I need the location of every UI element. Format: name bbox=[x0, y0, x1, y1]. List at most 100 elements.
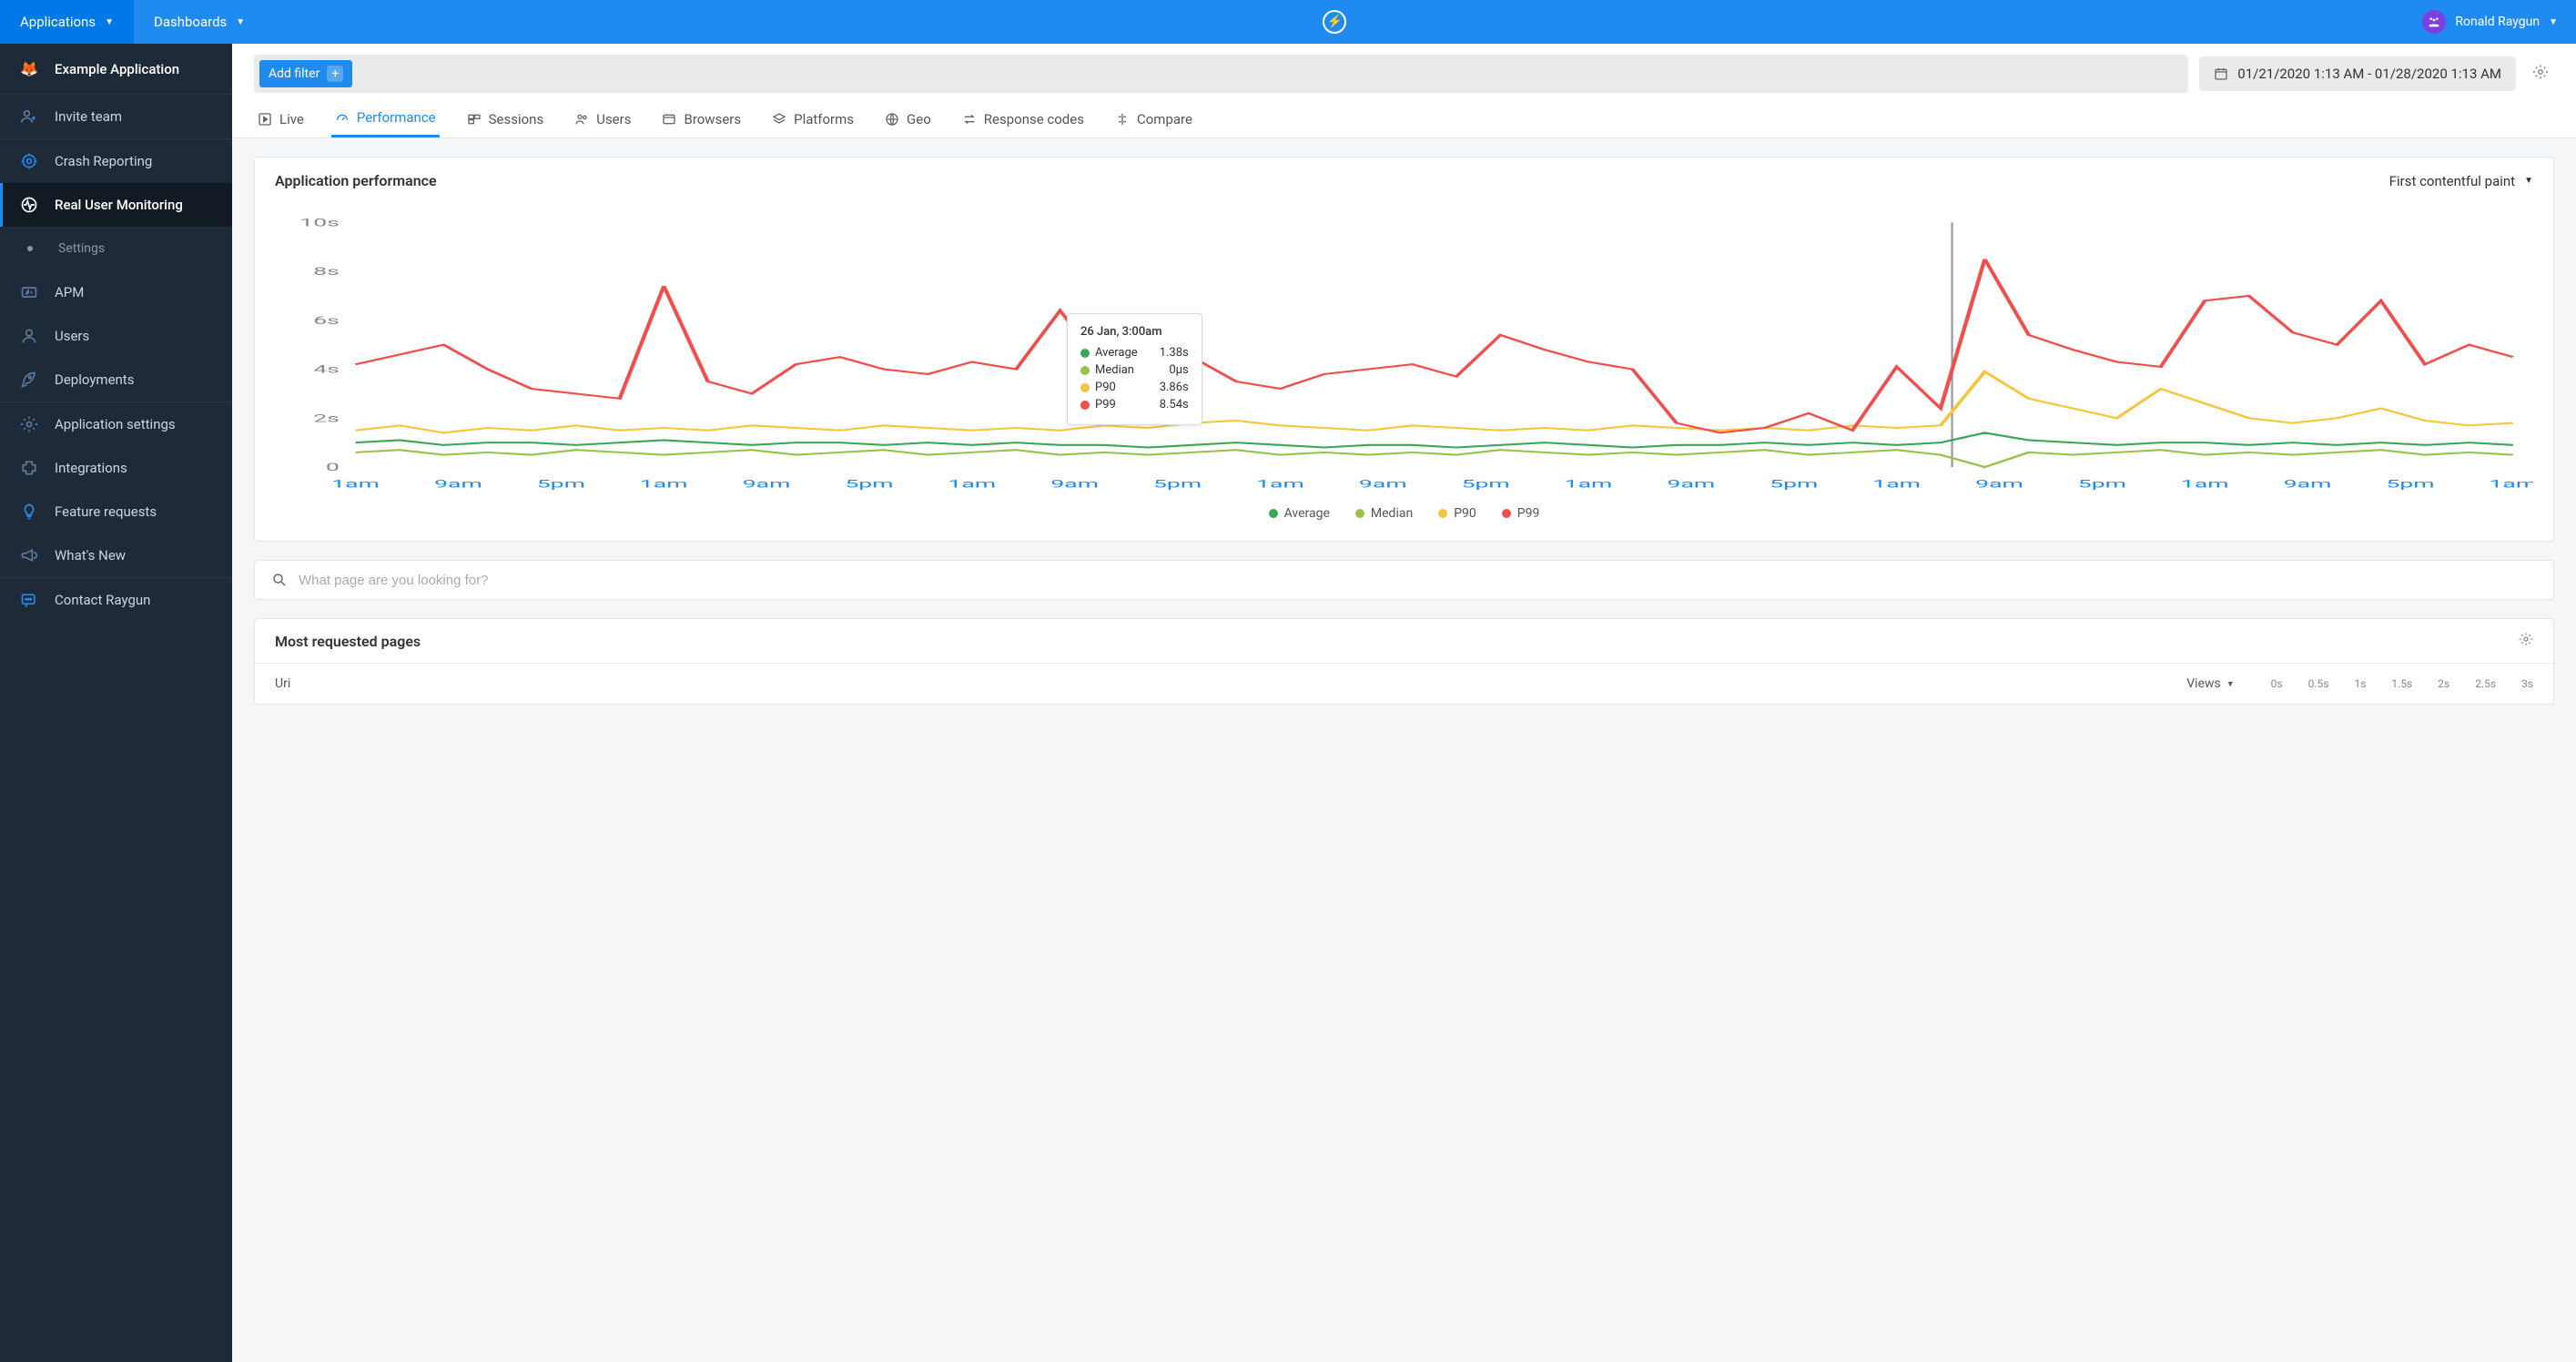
play-icon bbox=[258, 112, 272, 127]
page-search[interactable] bbox=[254, 560, 2554, 600]
integrations-icon bbox=[16, 459, 42, 477]
svg-text:5pm: 5pm bbox=[2386, 478, 2434, 491]
legend-average[interactable]: Average bbox=[1269, 506, 1330, 521]
tabs: Live Performance Sessions Users Browsers bbox=[232, 93, 2576, 138]
gear-icon bbox=[2519, 632, 2533, 646]
legend-p90[interactable]: P90 bbox=[1438, 506, 1476, 521]
sidebar-item-app-settings[interactable]: Application settings bbox=[0, 402, 232, 446]
sidebar-item-contact[interactable]: Contact Raygun bbox=[0, 578, 232, 622]
svg-text:9am: 9am bbox=[1668, 478, 1716, 491]
col-uri[interactable]: Uri bbox=[275, 676, 2144, 691]
chart-card: Application performance First contentful… bbox=[254, 157, 2554, 542]
chevron-down-icon: ▼ bbox=[236, 17, 245, 27]
add-filter-button[interactable]: Add filter + bbox=[259, 60, 352, 87]
sidebar-item-crash-reporting[interactable]: Crash Reporting bbox=[0, 139, 232, 183]
sidebar-app-selector[interactable]: 🦊 Example Application bbox=[0, 44, 232, 95]
sidebar-item-real-user-monitoring[interactable]: Real User Monitoring bbox=[0, 183, 232, 227]
metric-selector[interactable]: First contentful paint ▼ bbox=[2389, 173, 2533, 189]
tooltip-time: 26 Jan, 3:00am bbox=[1080, 325, 1189, 339]
swap-icon bbox=[962, 112, 977, 127]
content: Add filter + 01/21/2020 1:13 AM - 01/28/… bbox=[232, 44, 2576, 1362]
sidebar-item-deployments[interactable]: Deployments bbox=[0, 358, 232, 401]
brand-icon[interactable]: ⚡ bbox=[1323, 10, 1346, 34]
col-views[interactable]: Views ▼ bbox=[2144, 676, 2235, 691]
svg-text:9am: 9am bbox=[743, 478, 791, 491]
svg-text:1am: 1am bbox=[1256, 478, 1304, 491]
gear-icon bbox=[16, 415, 42, 433]
rum-icon bbox=[16, 196, 42, 214]
sessions-icon bbox=[467, 112, 482, 127]
top-bar: Applications ▼ Dashboards ▼ ⚡ Ronald Ray… bbox=[0, 0, 2576, 44]
search-input[interactable] bbox=[299, 573, 2537, 588]
svg-text:1am: 1am bbox=[1872, 478, 1921, 491]
chevron-down-icon: ▼ bbox=[2549, 17, 2558, 27]
sidebar: 🦊 Example Application Invite team Crash … bbox=[0, 44, 232, 1362]
chart-tooltip: 26 Jan, 3:00am Average1.38s Median0µs P9… bbox=[1067, 313, 1202, 425]
svg-text:9am: 9am bbox=[434, 478, 482, 491]
tab-platforms[interactable]: Platforms bbox=[768, 100, 857, 137]
settings-button[interactable] bbox=[2527, 58, 2554, 89]
gauge-icon bbox=[335, 110, 350, 125]
lightbulb-icon bbox=[16, 503, 42, 521]
chevron-down-icon: ▼ bbox=[2524, 176, 2533, 186]
svg-text:0: 0 bbox=[326, 461, 340, 473]
nav-applications[interactable]: Applications ▼ bbox=[0, 0, 134, 44]
table-settings-button[interactable] bbox=[2519, 632, 2533, 650]
sidebar-item-apm[interactable]: APM bbox=[0, 270, 232, 314]
sidebar-item-settings[interactable]: Settings bbox=[0, 227, 232, 270]
sidebar-item-whats-new[interactable]: What's New bbox=[0, 534, 232, 577]
dot-icon bbox=[27, 246, 33, 251]
tab-response-codes[interactable]: Response codes bbox=[958, 100, 1088, 137]
tab-live[interactable]: Live bbox=[254, 100, 308, 137]
svg-text:1am: 1am bbox=[640, 478, 688, 491]
date-range-picker[interactable]: 01/21/2020 1:13 AM - 01/28/2020 1:13 AM bbox=[2199, 56, 2516, 91]
platforms-icon bbox=[772, 112, 786, 127]
svg-text:5pm: 5pm bbox=[1462, 478, 1510, 491]
tab-geo[interactable]: Geo bbox=[881, 100, 935, 137]
nav-dashboards[interactable]: Dashboards ▼ bbox=[134, 0, 265, 44]
sidebar-item-integrations[interactable]: Integrations bbox=[0, 446, 232, 490]
col-ticks: 0s0.5s1s1.5s2s2.5s3s bbox=[2271, 677, 2533, 690]
svg-text:1am: 1am bbox=[331, 478, 380, 491]
app-icon: 🦊 bbox=[16, 60, 42, 77]
invite-team-icon bbox=[16, 107, 42, 126]
legend-median[interactable]: Median bbox=[1355, 506, 1413, 521]
chart-legend: Average Median P90 P99 bbox=[275, 506, 2533, 521]
apm-icon bbox=[16, 283, 42, 301]
sidebar-item-users[interactable]: Users bbox=[0, 314, 232, 358]
svg-text:1am: 1am bbox=[2489, 478, 2533, 491]
crash-reporting-icon bbox=[16, 152, 42, 170]
plus-icon: + bbox=[327, 66, 343, 82]
line-chart[interactable]: 02s4s6s8s10s1am9am5pm1am9am5pm1am9am5pm1… bbox=[275, 213, 2533, 495]
sidebar-item-feature-requests[interactable]: Feature requests bbox=[0, 490, 232, 534]
filter-bar[interactable]: Add filter + bbox=[254, 55, 2188, 93]
sidebar-item-invite-team[interactable]: Invite team bbox=[0, 95, 232, 138]
tab-performance[interactable]: Performance bbox=[331, 100, 440, 137]
search-icon bbox=[271, 572, 288, 588]
user-menu[interactable]: Ronald Raygun ▼ bbox=[2404, 10, 2576, 34]
svg-text:1am: 1am bbox=[948, 478, 996, 491]
chart-title: Application performance bbox=[275, 172, 437, 189]
megaphone-icon bbox=[16, 546, 42, 564]
svg-text:9am: 9am bbox=[1050, 478, 1099, 491]
svg-text:5pm: 5pm bbox=[1153, 478, 1202, 491]
tab-browsers[interactable]: Browsers bbox=[658, 100, 745, 137]
svg-text:6s: 6s bbox=[313, 314, 340, 327]
tab-users[interactable]: Users bbox=[571, 100, 634, 137]
users-icon bbox=[574, 112, 589, 127]
svg-text:5pm: 5pm bbox=[2078, 478, 2126, 491]
browser-icon bbox=[662, 112, 676, 127]
legend-p99[interactable]: P99 bbox=[1502, 506, 1540, 521]
table-title: Most requested pages bbox=[275, 633, 421, 650]
tab-compare[interactable]: Compare bbox=[1111, 100, 1196, 137]
calendar-icon bbox=[2214, 66, 2228, 81]
svg-text:5pm: 5pm bbox=[845, 478, 893, 491]
tab-sessions[interactable]: Sessions bbox=[463, 100, 548, 137]
chat-icon bbox=[16, 591, 42, 609]
chevron-down-icon: ▼ bbox=[2226, 679, 2235, 689]
svg-text:5pm: 5pm bbox=[1770, 478, 1818, 491]
avatar-icon bbox=[2422, 10, 2446, 34]
chevron-down-icon: ▼ bbox=[105, 17, 114, 27]
svg-text:9am: 9am bbox=[1359, 478, 1407, 491]
deployments-icon bbox=[16, 371, 42, 389]
